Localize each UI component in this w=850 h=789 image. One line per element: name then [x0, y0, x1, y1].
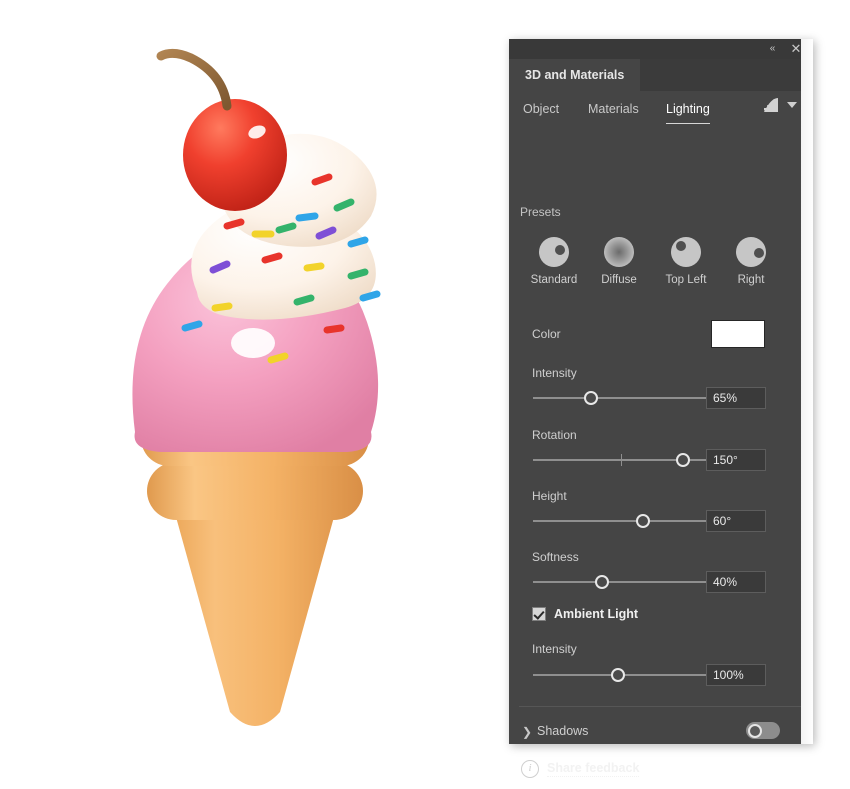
chevron-down-icon [787, 102, 797, 108]
ambient-intensity-label: Intensity [532, 642, 577, 656]
chevron-right-icon[interactable]: ❯ [522, 725, 532, 739]
softness-slider-knob[interactable] [595, 575, 609, 589]
height-slider[interactable] [533, 512, 709, 530]
rotation-slider-center-tick [621, 454, 622, 466]
ice-cream-illustration [132, 48, 381, 726]
cherry-stem [156, 48, 232, 111]
rotation-label: Rotation [532, 428, 577, 442]
preset-top-left-thumb [671, 237, 701, 267]
intensity-slider[interactable] [533, 389, 709, 407]
collapse-panel-icon[interactable]: « [761, 39, 783, 59]
ambient-light-label: Ambient Light [554, 607, 639, 621]
share-feedback-label[interactable]: Share feedback [547, 761, 640, 777]
softness-slider[interactable] [533, 573, 709, 591]
height-label: Height [532, 489, 567, 503]
tab-materials[interactable]: Materials [588, 99, 639, 123]
preset-diffuse-thumb [604, 237, 634, 267]
preset-standard-label: Standard [530, 274, 578, 286]
height-value[interactable]: 60° [706, 510, 766, 532]
rotation-slider[interactable] [533, 451, 709, 469]
preset-standard-thumb [539, 237, 569, 267]
softness-label: Softness [532, 550, 579, 564]
panel-tabstrip: 3D and Materials [509, 59, 813, 91]
preset-top-left-label: Top Left [665, 274, 707, 286]
ambient-intensity-value[interactable]: 100% [706, 664, 766, 686]
rotation-value[interactable]: 150° [706, 449, 766, 471]
close-icon[interactable]: ✕ [785, 39, 807, 59]
ambient-intensity-slider[interactable] [533, 666, 709, 684]
intensity-value[interactable]: 65% [706, 387, 766, 409]
share-feedback-row[interactable]: i Share feedback [509, 754, 813, 784]
preset-right[interactable]: Right [724, 237, 778, 286]
color-label: Color [532, 327, 561, 341]
panel-titlebar: « ✕ [509, 39, 813, 59]
scoop-highlight [231, 328, 275, 358]
canvas-area [0, 0, 510, 789]
tab-3d-and-materials[interactable]: 3D and Materials [509, 59, 641, 91]
preset-right-thumb [736, 237, 766, 267]
intensity-slider-knob[interactable] [584, 391, 598, 405]
lighting-settings: Presets Standard Diffuse Top Left Right … [509, 131, 813, 706]
height-slider-track [533, 520, 709, 522]
height-slider-knob[interactable] [636, 514, 650, 528]
preset-standard[interactable]: Standard [527, 237, 581, 286]
softness-slider-track [533, 581, 709, 583]
preset-diffuse-label: Diffuse [601, 274, 637, 286]
ambient-intensity-slider-knob[interactable] [611, 668, 625, 682]
rotation-slider-knob[interactable] [676, 453, 690, 467]
cherry [183, 99, 287, 211]
render-quality-icon [761, 95, 781, 115]
preset-top-left[interactable]: Top Left [659, 237, 713, 286]
3d-materials-panel: « ✕ 3D and Materials Object Materials Li… [509, 39, 813, 778]
shadows-label[interactable]: Shadows [537, 724, 588, 738]
footer-divider [519, 706, 803, 707]
ambient-light-checkbox[interactable] [532, 607, 546, 621]
section-tabs: Object Materials Lighting [509, 91, 813, 131]
cone-ring-lower [147, 462, 363, 520]
shadows-toggle[interactable] [746, 722, 780, 739]
softness-value[interactable]: 40% [706, 571, 766, 593]
tab-object[interactable]: Object [523, 99, 559, 123]
artwork-ice-cream-3d[interactable] [75, 40, 435, 730]
info-icon: i [521, 760, 539, 778]
light-color-swatch[interactable] [711, 320, 765, 348]
shadows-row[interactable]: ❯ Shadows [509, 719, 813, 747]
presets-label: Presets [520, 205, 561, 219]
ambient-light-checkbox-row[interactable]: Ambient Light [532, 607, 638, 621]
tab-lighting[interactable]: Lighting [666, 99, 710, 124]
render-quality-menu[interactable] [761, 95, 797, 115]
preset-diffuse[interactable]: Diffuse [592, 237, 646, 286]
intensity-label: Intensity [532, 366, 577, 380]
preset-right-label: Right [737, 274, 765, 286]
intensity-slider-track [533, 397, 709, 399]
shadows-toggle-knob [747, 723, 762, 738]
